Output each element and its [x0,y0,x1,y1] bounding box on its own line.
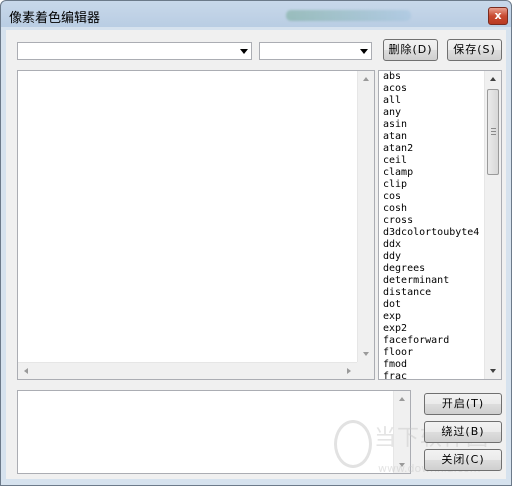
window-close-button[interactable]: x [488,7,508,25]
scrollbar-thumb[interactable] [487,89,499,175]
chevron-down-icon [240,49,248,54]
client-area: 删除(D) 保存(S) abs acos all any asin atan a… [6,30,506,479]
profile-select-combo[interactable] [259,42,372,60]
editor-horizontal-scrollbar[interactable] [18,362,357,379]
shader-select-combo[interactable] [17,42,252,60]
grip-line [491,128,496,129]
skip-button[interactable]: 绕过(B) [424,421,502,443]
title-bar-blurred-area [286,10,411,21]
scroll-down-icon[interactable] [490,369,496,373]
delete-button[interactable]: 删除(D) [383,39,438,61]
grip-line [491,134,496,135]
function-list-scrollbar[interactable] [484,71,501,379]
function-list[interactable]: abs acos all any asin atan atan2 ceil cl… [378,70,502,380]
scroll-down-icon[interactable] [363,352,369,356]
window-title: 像素着色编辑器 [9,11,101,26]
pixel-shader-editor-window: 像素着色编辑器 x 删除(D) 保存(S) abs acos all any a… [0,0,512,486]
close-button[interactable]: 关闭(C) [424,449,502,471]
title-bar: 像素着色编辑器 x [1,1,511,29]
chevron-down-icon [360,49,368,54]
scroll-up-icon[interactable] [399,397,405,401]
scroll-up-icon[interactable] [363,77,369,81]
scroll-left-icon[interactable] [24,368,28,374]
open-button[interactable]: 开启(T) [424,393,502,415]
scrollbar-corner [357,362,374,379]
scroll-right-icon[interactable] [347,368,351,374]
code-editor[interactable] [17,70,375,380]
editor-vertical-scrollbar[interactable] [357,71,374,362]
save-button[interactable]: 保存(S) [447,39,502,61]
grip-line [491,131,496,132]
scroll-up-icon[interactable] [490,77,496,81]
watermark-logo-icon [334,420,372,468]
